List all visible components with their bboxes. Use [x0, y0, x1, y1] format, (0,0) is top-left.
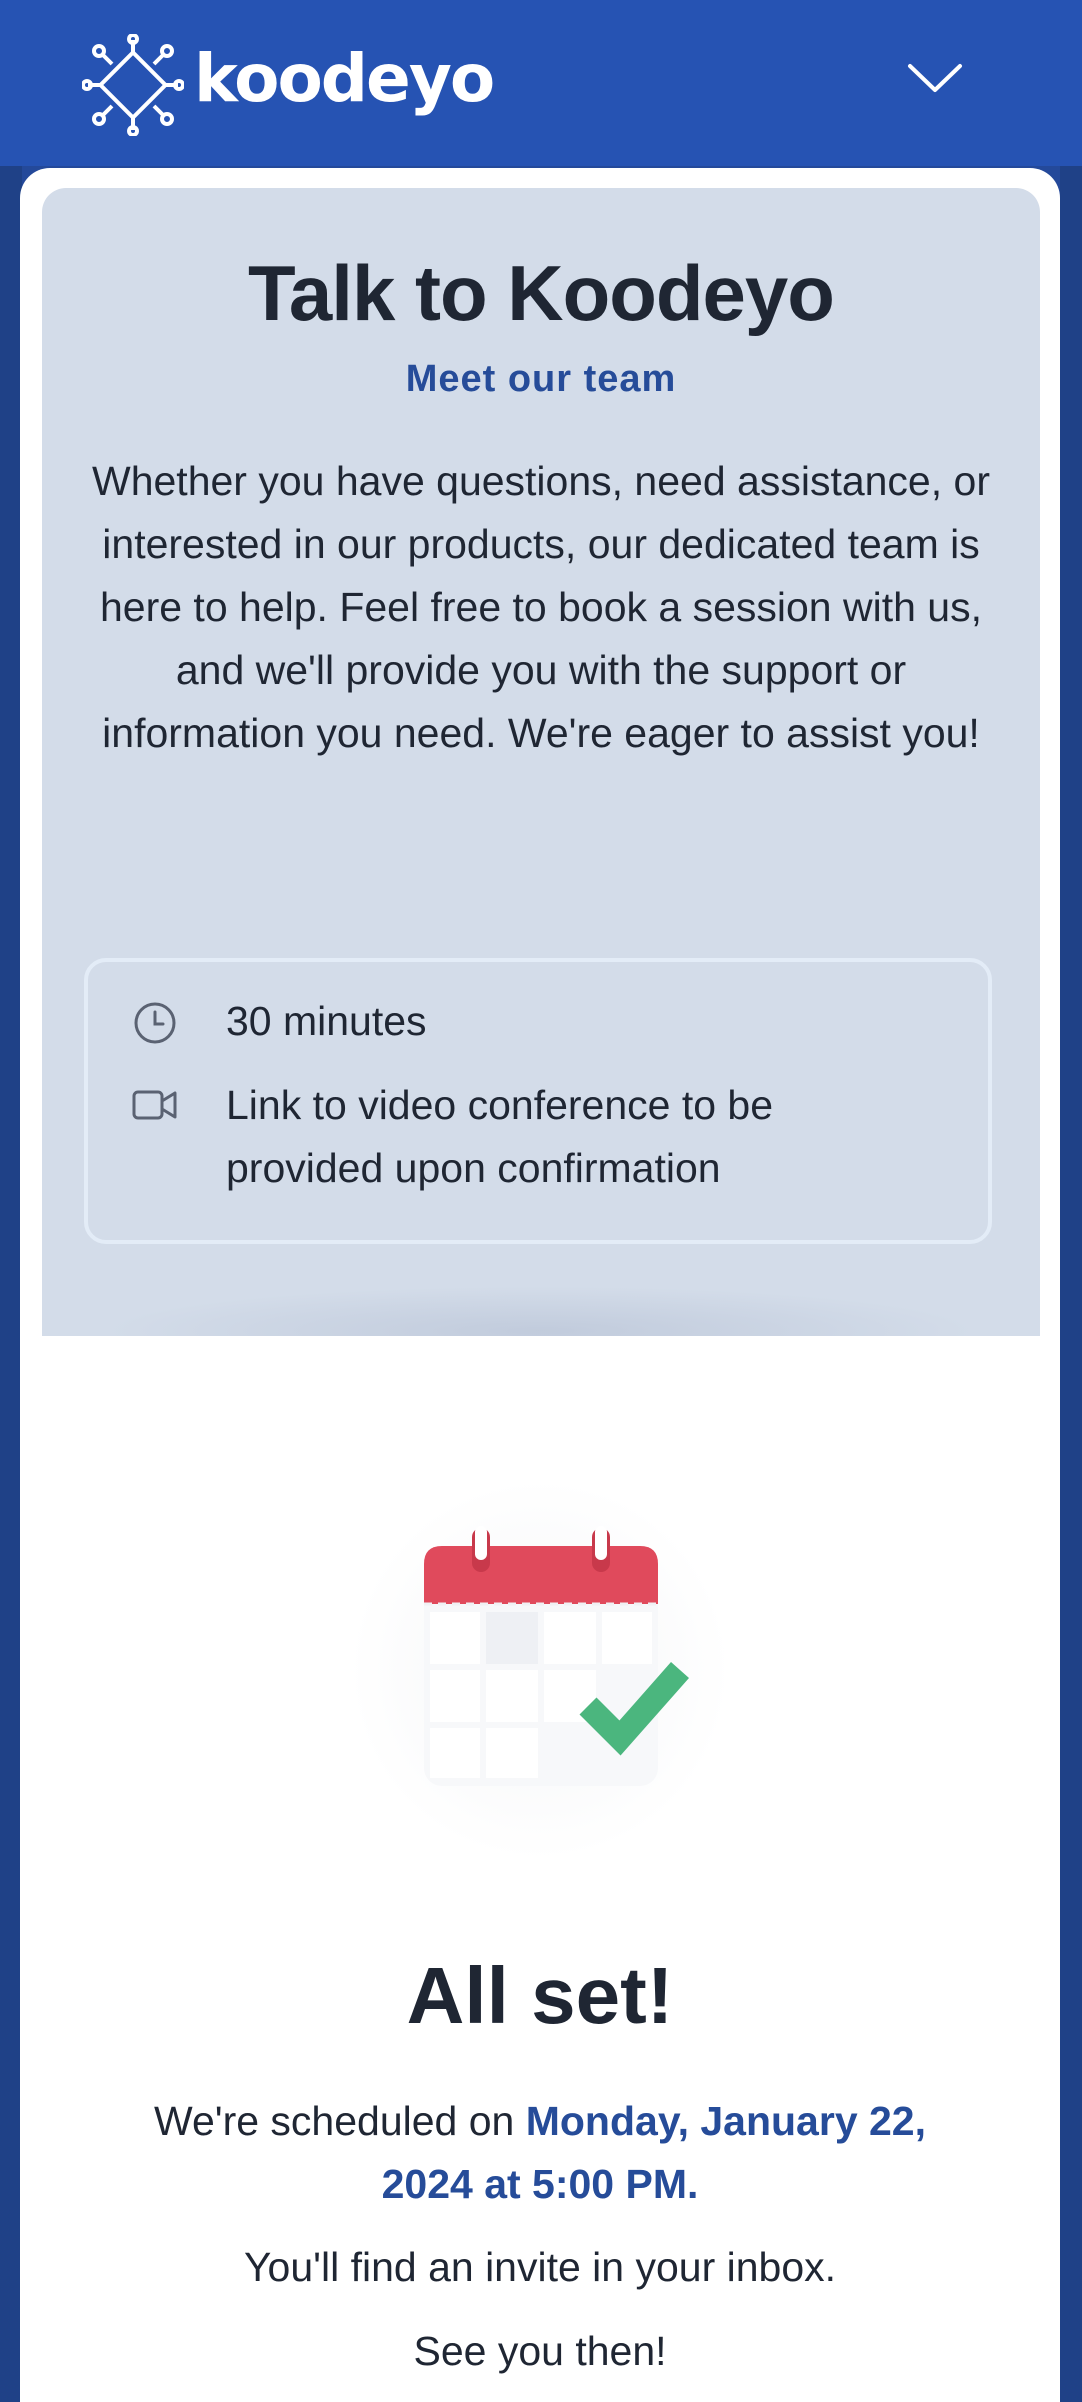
scheduled-prefix: We're scheduled on — [153, 2098, 526, 2144]
calendar-check-icon — [350, 1480, 730, 1860]
page-background-left — [0, 166, 22, 2402]
booking-description: Whether you have questions, need assista… — [92, 458, 990, 756]
brand-wordmark[interactable]: koodeyo — [194, 34, 495, 124]
video-camera-icon — [132, 1090, 177, 1120]
page-subtitle: Meet our team — [405, 358, 677, 400]
meeting-details: 30 minutes Link to video conference to b… — [84, 958, 992, 1244]
chevron-down-icon[interactable] — [906, 58, 964, 98]
page-title: Talk to Koodeyo — [248, 249, 835, 337]
confirmation-title: All set! — [406, 1951, 674, 2040]
duration-text: 30 minutes — [226, 998, 427, 1044]
closing-message: See you then! — [413, 2328, 667, 2374]
circuit-chip-icon[interactable] — [82, 34, 184, 136]
booking-info-panel: Talk to Koodeyo Meet our team Whether yo… — [42, 188, 1040, 1336]
conference-text: Link to video conference to be provided … — [226, 1082, 774, 1191]
page-background-right — [1060, 166, 1082, 2402]
clock-icon — [134, 1002, 176, 1044]
scheduled-message: We're scheduled on Monday, January 22, 2… — [120, 2090, 960, 2216]
invite-note: You'll find an invite in your inbox. — [243, 2244, 837, 2290]
top-navigation-bar: koodeyo — [0, 0, 1082, 166]
